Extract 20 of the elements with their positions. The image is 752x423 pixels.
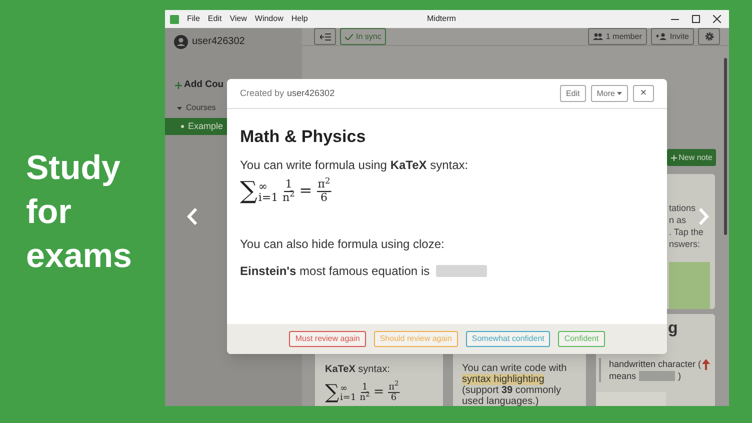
author-name: user426302	[287, 86, 335, 100]
note-title: Math & Physics	[240, 127, 367, 147]
created-by-label: Created by	[240, 86, 284, 100]
user-name: user426302	[192, 35, 245, 49]
card-text: tations	[669, 202, 696, 214]
window-title: Midterm	[427, 13, 456, 25]
card-text: . Tap the	[669, 226, 704, 238]
card-text: )	[678, 370, 682, 382]
card-text: nswers:	[669, 238, 700, 250]
card-heading: g	[668, 320, 678, 338]
note-text: You can also hide formula using cloze:	[240, 236, 446, 253]
card-text: handwritten character (	[609, 358, 702, 370]
tree-label: Courses	[186, 102, 216, 114]
card-text: KaTeX syntax:	[325, 364, 391, 376]
note-text: You can write formula using KaTeX syntax:	[240, 157, 470, 174]
card-text: You can write code with syntax highlighting (support 39 commonly used languages.)	[462, 363, 568, 406]
card-text: means	[609, 370, 636, 382]
card-text: n as	[669, 214, 686, 226]
note-text: Einstein's most famous equation is	[240, 263, 430, 280]
slide-headline: Study for exams	[26, 148, 133, 276]
